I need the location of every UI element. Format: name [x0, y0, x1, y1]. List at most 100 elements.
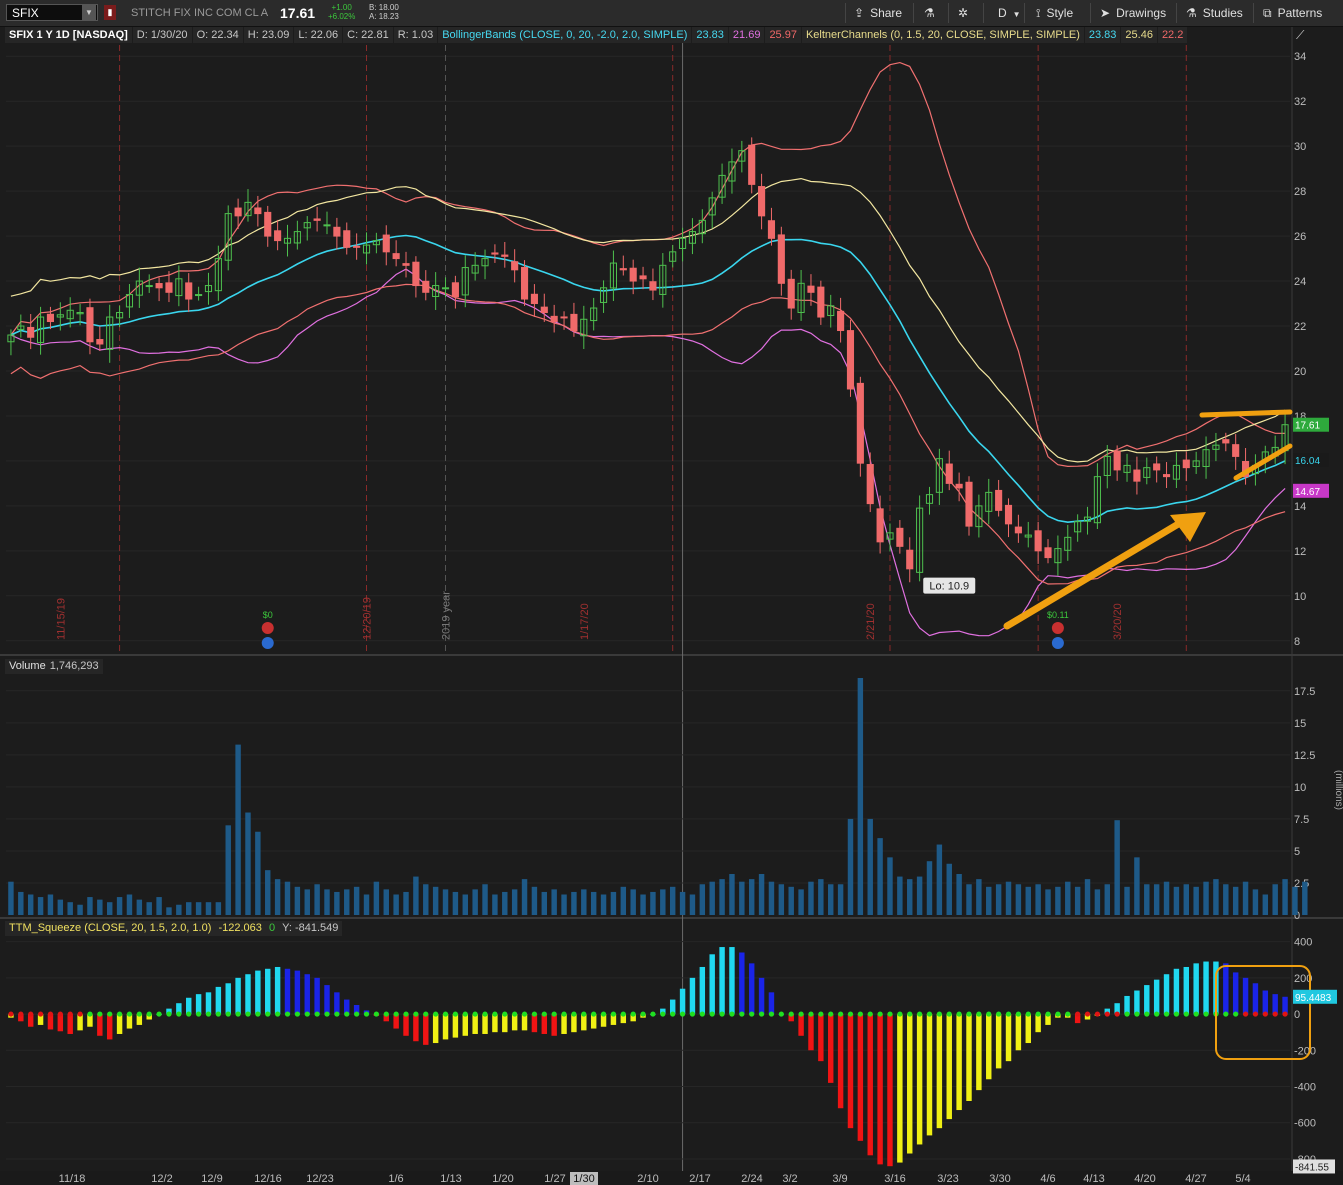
squeeze-bar: [1005, 1014, 1012, 1062]
squeeze-dot: [492, 1011, 498, 1017]
time-axis-tick: 1/30: [573, 1173, 594, 1185]
legend-open: O: 22.34: [192, 27, 243, 43]
squeeze-dot: [867, 1011, 873, 1017]
squeeze-dot: [1065, 1011, 1071, 1017]
volume-bar: [758, 874, 765, 915]
squeeze-dot: [403, 1011, 409, 1017]
volume-axis-tick: 5: [1294, 846, 1300, 858]
squeeze-dot: [294, 1011, 300, 1017]
squeeze-dot: [1242, 1011, 1249, 1017]
volume-axis-tick: 10: [1294, 782, 1306, 794]
volume-bar: [156, 897, 162, 915]
volume-bar: [205, 902, 212, 915]
legend-bb-name[interactable]: BollingerBands (CLOSE, 0, 20, -2.0, 2.0,…: [438, 27, 692, 43]
squeeze-bar: [1134, 990, 1140, 1015]
volume-bar: [393, 894, 399, 915]
chart-canvas[interactable]: 81012141618202224262830323411/15/1912/20…: [0, 0, 1343, 1185]
candle-body: [1133, 469, 1141, 482]
volume-bar: [1035, 884, 1041, 915]
legend-kc-name[interactable]: KeltnerChannels (0, 1.5, 20, CLOSE, SIMP…: [801, 27, 1084, 43]
squeeze-bar: [877, 1014, 883, 1165]
time-axis-tick: 3/16: [884, 1173, 905, 1185]
squeeze-dot: [423, 1011, 429, 1017]
squeeze-dot: [314, 1011, 320, 1017]
time-axis-tick: 4/6: [1040, 1173, 1055, 1185]
squeeze-dot: [640, 1011, 646, 1017]
squeeze-dot: [18, 1011, 24, 1017]
squeeze-dot: [304, 1011, 310, 1017]
volume-value: 1,746,293: [49, 660, 99, 672]
candle-body: [639, 275, 647, 280]
candle-body: [777, 234, 785, 284]
candle-body: [323, 224, 331, 227]
volume-axis-tick: 7.5: [1294, 814, 1309, 826]
squeeze-dot: [166, 1011, 172, 1017]
volume-bar: [571, 891, 577, 915]
squeeze-dot: [847, 1011, 854, 1017]
squeeze-bar: [1124, 995, 1130, 1015]
squeeze-bar: [571, 1014, 577, 1033]
squeeze-bar: [265, 968, 271, 1015]
ttm-value-1: -122.063: [218, 922, 262, 934]
squeeze-bar: [966, 1014, 972, 1101]
volume-bar: [946, 863, 952, 915]
price-axis-tick: 26: [1294, 231, 1306, 243]
time-axis-tick: 3/30: [989, 1173, 1010, 1185]
legend-close: C: 22.81: [343, 27, 393, 43]
volume-bar: [936, 844, 943, 915]
squeeze-bar: [1223, 963, 1229, 1015]
squeeze-bar: [1272, 994, 1278, 1015]
candle-body: [807, 285, 815, 293]
date-label: 3/20/20: [1112, 603, 1124, 640]
squeeze-dot: [917, 1011, 923, 1017]
candle-body: [955, 483, 963, 489]
candle-body: [333, 226, 341, 237]
volume-bar: [1094, 889, 1101, 915]
volume-bar: [77, 904, 83, 915]
candle-body: [195, 294, 203, 297]
volume-bar: [511, 889, 518, 915]
volume-bar: [699, 884, 706, 915]
squeeze-bar: [442, 1014, 449, 1040]
squeeze-bar: [1252, 983, 1259, 1015]
squeeze-dot: [1252, 1011, 1259, 1017]
squeeze-dot: [452, 1011, 458, 1017]
squeeze-bar: [1262, 990, 1269, 1015]
low-label-text: Lo: 10.9: [929, 581, 969, 593]
candle-body: [649, 281, 657, 291]
expand-icon[interactable]: ⟋: [1296, 28, 1312, 42]
volume-bar: [590, 891, 597, 915]
volume-bar: [255, 831, 261, 915]
volume-bar: [284, 881, 291, 915]
squeeze-bar: [867, 1014, 873, 1156]
time-axis-tick: 1/13: [440, 1173, 461, 1185]
candle-body: [1004, 504, 1013, 525]
squeeze-dot: [571, 1011, 577, 1017]
volume-bar: [1163, 881, 1170, 915]
volume-bar: [87, 897, 93, 915]
volume-bar: [294, 886, 301, 915]
volume-bar: [215, 902, 222, 915]
squeeze-bar: [1035, 1014, 1041, 1033]
squeeze-dot: [442, 1011, 449, 1017]
candle-body: [412, 261, 420, 287]
squeeze-dot: [551, 1011, 557, 1017]
candle-body: [155, 283, 163, 289]
price-pane: [0, 27, 1343, 654]
price-axis-tick: 32: [1294, 96, 1306, 108]
candle-body: [560, 316, 568, 319]
volume-bar: [97, 899, 103, 915]
volume-bar: [146, 902, 152, 915]
volume-bar: [531, 886, 538, 915]
squeeze-dot: [689, 1011, 696, 1017]
volume-bar: [106, 902, 113, 915]
squeeze-bar: [235, 977, 241, 1015]
volume-bar: [995, 884, 1002, 915]
squeeze-dot: [709, 1011, 715, 1017]
volume-bar: [739, 881, 745, 915]
squeeze-dot: [857, 1011, 863, 1017]
squeeze-bar: [304, 974, 310, 1015]
volume-bar: [136, 899, 143, 915]
squeeze-bar: [294, 970, 301, 1015]
squeeze-bar: [748, 963, 755, 1015]
